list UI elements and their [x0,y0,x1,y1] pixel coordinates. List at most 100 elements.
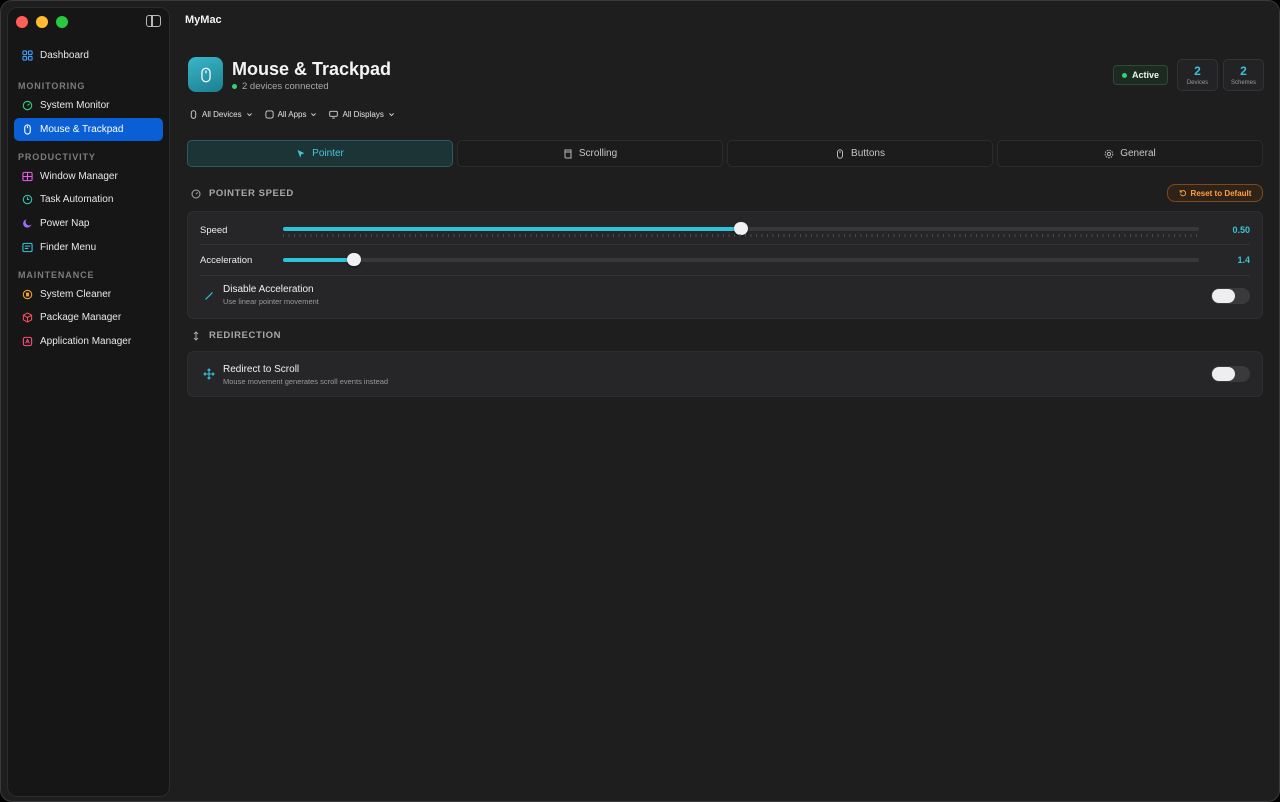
sidebar-item-label: System Monitor [40,100,110,111]
redirection-card: Redirect to Scroll Mouse movement genera… [187,351,1263,397]
filter-displays-dropdown[interactable]: All Displays [329,110,394,119]
speed-slider[interactable] [283,222,1199,235]
scroll-icon [564,149,572,158]
gear-icon [1104,149,1114,158]
filter-apps-dropdown[interactable]: All Apps [265,110,318,119]
menu-icon [22,242,33,253]
speed-label: Speed [200,225,228,236]
clock-icon [22,194,33,205]
sidebar-item-finder-menu[interactable]: Finder Menu [14,236,163,259]
diagonal-line-icon [205,292,213,300]
acceleration-slider[interactable] [283,253,1199,266]
sidebar-item-label: Application Manager [40,336,132,348]
tab-scrolling[interactable]: Scrolling [457,140,723,167]
filter-label: All Displays [342,110,384,119]
sidebar-item-label: Dashboard [40,50,89,61]
reset-icon [1179,189,1186,197]
tab-label: Pointer [312,148,344,159]
acceleration-label: Acceleration [200,255,253,266]
display-icon [329,110,339,119]
sidebar-item-application-manager[interactable]: Application Manager [14,330,163,353]
sidebar-item-task-automation[interactable]: Task Automation [14,188,163,211]
page-subtitle: 2 devices connected [232,81,329,92]
sidebar-item-system-monitor[interactable]: System Monitor [14,94,163,117]
mouse-small-icon [190,110,197,119]
minimize-window-button[interactable] [36,16,48,28]
close-window-button[interactable] [16,16,28,28]
tab-general[interactable]: General [997,140,1263,167]
reset-to-default-button[interactable]: Reset to Default [1167,184,1263,202]
disable-acceleration-toggle[interactable] [1211,288,1250,304]
cursor-icon [297,149,305,158]
sidebar-item-label: Task Automation [40,194,114,206]
gauge-icon [22,100,33,111]
acceleration-slider-thumb[interactable] [346,253,361,266]
chevron-down-icon [246,113,252,117]
disable-acceleration-title: Disable Acceleration [223,284,314,295]
sidebar-item-window-manager[interactable]: Window Manager [14,165,163,188]
cleaner-icon [22,289,33,300]
sidebar-item-package-manager[interactable]: Package Manager [14,306,163,329]
section-header-redirection: REDIRECTION [191,330,281,341]
tab-pointer[interactable]: Pointer [187,140,453,167]
sidebar-section-productivity: PRODUCTIVITY [18,151,96,162]
redirect-to-scroll-title: Redirect to Scroll [223,364,300,375]
mouse-icon [188,57,223,92]
disable-acceleration-row: Disable Acceleration Use linear pointer … [200,276,1250,319]
sidebar-nav: Dashboard MONITORING System Monitor Mous… [14,40,163,354]
tab-label: Buttons [851,148,885,159]
filter-label: All Devices [202,110,242,119]
redirect-to-scroll-text: Redirect to Scroll Mouse movement genera… [223,364,388,386]
sidebar-item-mouse-trackpad[interactable]: Mouse & Trackpad [14,117,163,141]
status-badge: Active [1113,65,1168,85]
stat-card-schemes: 2 Schemes [1223,59,1264,91]
stat-label: Devices [1186,79,1209,86]
status-label: Active [1131,70,1159,80]
sidebar-section-monitoring: MONITORING [18,81,86,91]
tab-label: Scrolling [578,148,618,159]
speedometer-icon [191,189,201,198]
redirect-to-scroll-row: Redirect to Scroll Mouse movement genera… [200,352,1250,398]
filter-devices-dropdown[interactable]: All Devices [189,110,253,119]
acceleration-slider-fill [283,258,354,262]
move-arrows-icon [203,368,215,380]
speed-row: Speed 0.50 [200,212,1250,244]
stat-label: Schemes [1230,79,1256,86]
main-content: MyMac Mouse & Trackpad 2 devices connect… [171,1,1279,801]
mouse-icon [837,148,844,159]
sidebar-item-label: Mouse & Trackpad [40,123,124,135]
chevron-down-icon [388,113,394,117]
app-square-icon [265,110,274,119]
sidebar-item-power-nap[interactable]: Power Nap [14,212,163,235]
sidebar-item-label: Power Nap [40,218,90,230]
chevron-down-icon [311,113,317,117]
section-header-pointer-speed: POINTER SPEED [191,188,294,199]
acceleration-row: Acceleration 1.4 [200,245,1250,275]
sidebar-toggle-icon[interactable] [146,15,161,27]
stat-card-devices: 2 Devices [1177,59,1218,91]
sidebar-item-label: Window Manager [40,170,118,182]
redirect-to-scroll-subtitle: Mouse movement generates scroll events i… [223,377,389,386]
sidebar-item-label: System Cleaner [40,288,112,300]
speed-value: 0.50 [1232,225,1250,235]
redirect-to-scroll-toggle[interactable] [1211,366,1250,382]
window-controls [16,16,68,28]
tab-label: General [1120,148,1156,159]
speed-slider-fill [283,227,741,231]
app-icon [22,336,33,347]
sidebar-item-label: Package Manager [40,312,122,324]
grid-icon [22,50,33,61]
sidebar-item-system-cleaner[interactable]: System Cleaner [14,283,163,306]
section-title: REDIRECTION [209,330,282,341]
tab-bar: Pointer Scrolling Buttons General [187,140,1263,167]
filter-label: All Apps [277,110,307,119]
app-window: Dashboard MONITORING System Monitor Mous… [0,0,1280,802]
zoom-window-button[interactable] [56,16,68,28]
disable-acceleration-subtitle: Use linear pointer movement [223,297,319,306]
filter-bar: All Devices All Apps All Displays [189,110,395,119]
moon-icon [22,218,33,229]
tab-buttons[interactable]: Buttons [727,140,993,167]
sidebar-item-dashboard[interactable]: Dashboard [14,44,163,67]
speed-slider-ticks [283,234,1199,237]
vertical-arrows-icon [193,330,199,341]
